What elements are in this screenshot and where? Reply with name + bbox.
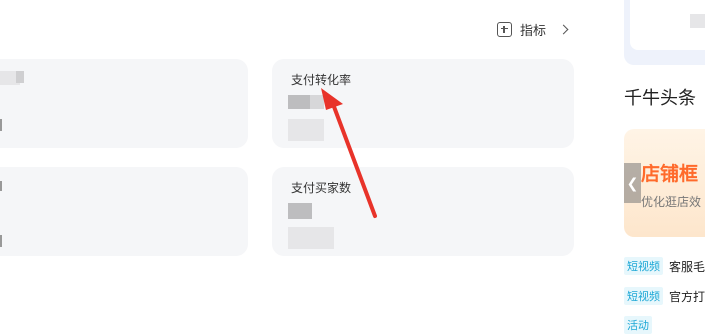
right-top-card-inner (630, 0, 705, 50)
metric-title: 支付转化率 (291, 73, 352, 87)
news-tag: 短视频 (624, 257, 663, 275)
blurred-compare (288, 227, 334, 249)
news-item[interactable]: 短视频 官方打 (624, 287, 705, 305)
blurred-compare (288, 119, 324, 141)
banner-subline: 优化逛店效 (641, 195, 702, 209)
blurred-text (690, 14, 705, 28)
metric-card-payment-conversion[interactable]: 支付转化率 (272, 59, 574, 148)
news-item[interactable]: 活动 (624, 316, 658, 334)
banner-prev-button[interactable]: ❮ (624, 163, 641, 203)
add-metric-button[interactable]: 指标 (497, 19, 569, 39)
blurred-value (0, 119, 2, 131)
news-text: 客服毛 (669, 259, 705, 274)
metric-card-paying-buyers[interactable]: 支付买家数 (272, 167, 574, 256)
blurred-value (0, 235, 2, 247)
news-item[interactable]: 短视频 客服毛 (624, 257, 705, 275)
blurred-value (288, 203, 312, 219)
chevron-left-icon: ❮ (626, 174, 639, 191)
blurred-title (0, 181, 2, 191)
metric-card-1[interactable] (0, 59, 248, 148)
blurred-value (288, 95, 310, 109)
news-text: 官方打 (669, 289, 705, 304)
blurred-value (310, 95, 324, 109)
add-metric-label: 指标 (520, 22, 547, 38)
red-annotation-arrow (321, 88, 377, 218)
metric-card-3[interactable] (0, 167, 248, 256)
metric-title: 支付买家数 (291, 181, 352, 195)
right-top-card[interactable] (624, 0, 705, 65)
news-tag: 活动 (624, 316, 652, 334)
plus-square-icon (497, 21, 512, 37)
title-tail (16, 71, 24, 83)
section-title: 千牛头条 (624, 88, 696, 108)
chevron-right-icon (558, 24, 569, 34)
news-tag: 短视频 (624, 287, 663, 305)
banner-headline: 店铺框 (641, 164, 699, 185)
